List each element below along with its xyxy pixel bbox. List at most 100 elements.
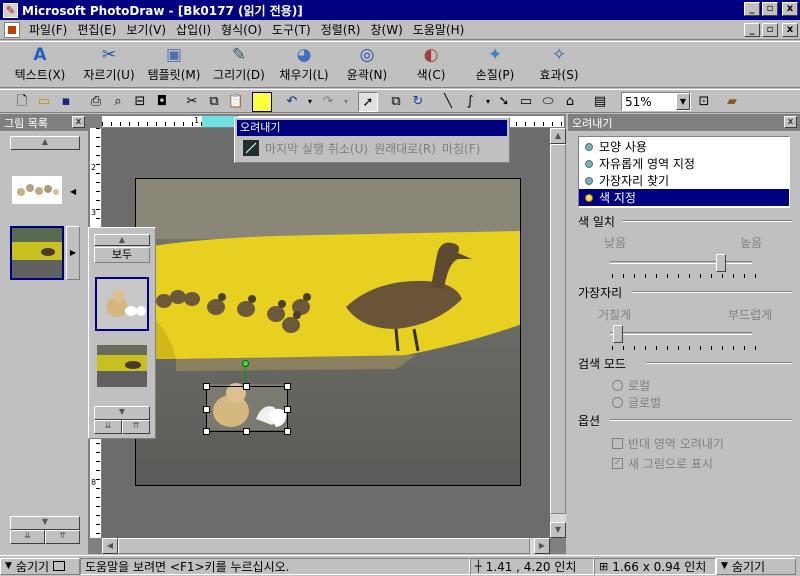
- close-button[interactable]: x: [782, 2, 798, 16]
- resize-handle-s[interactable]: [243, 428, 250, 435]
- hide-left-button[interactable]: ▼ 숨기기: [0, 557, 80, 575]
- hscroll-thumb[interactable]: [118, 538, 530, 554]
- flyout-scroll-bottom[interactable]: ⇊: [94, 420, 122, 434]
- resize-handle-w[interactable]: [203, 406, 210, 413]
- resize-handle-sw[interactable]: [203, 428, 210, 435]
- touchup-button[interactable]: ✦ 손질(P): [468, 44, 522, 86]
- close-icon[interactable]: x: [784, 116, 797, 128]
- vertical-scrollbar[interactable]: ▲ ▼: [550, 128, 566, 538]
- shape-icon[interactable]: ⌂: [560, 92, 580, 112]
- flyout-scroll-top[interactable]: ⇈: [122, 420, 150, 434]
- arrow-icon[interactable]: ➘: [494, 92, 514, 112]
- close-icon[interactable]: x: [72, 116, 85, 128]
- paste-special-icon[interactable]: [252, 92, 272, 112]
- scan-icon[interactable]: ⊟: [130, 92, 150, 112]
- scroll-up-button[interactable]: ▲: [10, 136, 80, 150]
- fit-zoom-icon[interactable]: ⊡: [694, 92, 714, 112]
- undo-last-button[interactable]: 마지막 실행 취소(U): [265, 140, 368, 157]
- chevron-down-icon[interactable]: ▼: [676, 93, 690, 110]
- redo-icon[interactable]: ↷: [318, 92, 338, 112]
- menu-arrange[interactable]: 정렬(R): [316, 21, 366, 39]
- rectangle-icon[interactable]: ▭: [516, 92, 536, 112]
- ellipse-icon[interactable]: ⬭: [538, 92, 558, 112]
- scroll-thumb[interactable]: [550, 144, 566, 514]
- pointer-icon[interactable]: ➚: [358, 92, 378, 112]
- menu-view[interactable]: 보기(V): [121, 21, 171, 39]
- scroll-right-icon[interactable]: ▶: [534, 538, 550, 554]
- outline-button[interactable]: ◎ 윤곽(N): [340, 44, 394, 86]
- print-preview-icon[interactable]: ⌕: [108, 92, 128, 112]
- option-by-color[interactable]: 색 지정: [579, 189, 789, 206]
- save-icon[interactable]: ▪: [56, 92, 76, 112]
- menu-insert[interactable]: 삽입(I): [171, 21, 216, 39]
- color-button[interactable]: ◐ 색(C): [404, 44, 458, 86]
- menu-format[interactable]: 형식(O): [216, 21, 267, 39]
- doc-restore-button[interactable]: ▫: [762, 23, 778, 37]
- menu-window[interactable]: 창(W): [366, 21, 408, 39]
- paste-icon[interactable]: 📋: [226, 92, 246, 112]
- camera-icon[interactable]: ◘: [152, 92, 172, 112]
- resize-handle-ne[interactable]: [284, 383, 291, 390]
- resize-handle-e[interactable]: [284, 406, 291, 413]
- selection-box[interactable]: [206, 386, 288, 432]
- scroll-up-icon[interactable]: ▲: [550, 128, 566, 144]
- rotate-icon[interactable]: ↻: [408, 92, 428, 112]
- finish-button[interactable]: 마침(F): [442, 140, 480, 157]
- all-button[interactable]: 보두: [94, 247, 150, 263]
- hide-right-button[interactable]: ▼ 숨기기: [716, 557, 796, 575]
- menu-file[interactable]: 파일(F): [24, 21, 72, 39]
- zoom-select[interactable]: 51% ▼: [621, 92, 691, 111]
- doc-minimize-button[interactable]: _: [744, 23, 760, 37]
- template-button[interactable]: ▣ 템플릿(M): [142, 44, 206, 86]
- cut-tool-icon[interactable]: [243, 140, 259, 156]
- resize-handle-n[interactable]: [243, 383, 250, 390]
- option-use-shape[interactable]: 모양 사용: [579, 138, 789, 155]
- scroll-bottom-button[interactable]: ⇊: [10, 530, 45, 544]
- thumbnail-chicks[interactable]: [12, 176, 62, 204]
- flyout-scroll-down[interactable]: ▼: [94, 406, 150, 420]
- undo-dropdown-icon[interactable]: ▾: [300, 92, 320, 112]
- thumbnail-ducks[interactable]: [10, 226, 64, 280]
- photo-canvas[interactable]: [135, 178, 521, 486]
- option-find-edge[interactable]: 가장자리 찾기: [579, 172, 789, 189]
- menu-edit[interactable]: 편집(E): [72, 21, 121, 39]
- restore-button[interactable]: ▫: [762, 2, 778, 16]
- arrange-icon[interactable]: ⧉: [386, 92, 406, 112]
- search-local-radio[interactable]: 로컬: [612, 377, 650, 394]
- flyout-thumb-ducks[interactable]: [97, 345, 147, 387]
- thumbnail-arrow-icon[interactable]: ◀: [70, 187, 76, 196]
- minimize-button[interactable]: _: [744, 2, 760, 16]
- resize-handle-se[interactable]: [284, 428, 291, 435]
- line-icon[interactable]: ╲: [438, 92, 458, 112]
- scroll-down-icon[interactable]: ▼: [550, 522, 566, 538]
- fill-button[interactable]: ◕ 채우기(L): [274, 44, 334, 86]
- option-freeform[interactable]: 자유롭게 영역 지정: [579, 155, 789, 172]
- search-global-radio[interactable]: 글로벌: [612, 394, 661, 411]
- copy-icon[interactable]: ⧉: [204, 92, 224, 112]
- rotate-handle[interactable]: [242, 360, 249, 367]
- invert-cut-checkbox[interactable]: 반대 영역 오려내기: [612, 435, 724, 452]
- new-icon[interactable]: 🗋: [12, 92, 32, 112]
- draw-button[interactable]: ✎ 그리기(D): [208, 44, 270, 86]
- open-icon[interactable]: ▭: [34, 92, 54, 112]
- edge-slider[interactable]: [612, 325, 623, 343]
- text-frame-icon[interactable]: ▤: [590, 92, 610, 112]
- scroll-top-button[interactable]: ⇈: [45, 530, 80, 544]
- effects-button[interactable]: ✧ 효과(S): [532, 44, 586, 86]
- text-button[interactable]: A 텍스트(X): [10, 44, 70, 86]
- resize-handle-nw[interactable]: [203, 383, 210, 390]
- document-icon[interactable]: [4, 21, 20, 38]
- flyout-scroll-up[interactable]: ▲: [94, 234, 150, 246]
- cut-icon[interactable]: ✂: [182, 92, 202, 112]
- book-icon[interactable]: ▰: [722, 92, 742, 112]
- print-icon[interactable]: ⎙: [86, 92, 106, 112]
- new-picture-checkbox[interactable]: ✓ 새 그림으로 표시: [612, 455, 713, 472]
- curve-icon[interactable]: ∫: [460, 92, 480, 112]
- horizontal-scrollbar[interactable]: ◀ ▶: [102, 538, 550, 554]
- menu-tools[interactable]: 도구(T): [267, 21, 316, 39]
- scroll-down-button[interactable]: ▼: [10, 516, 80, 530]
- expand-arrow-icon[interactable]: ▶: [66, 226, 80, 280]
- undo-icon[interactable]: ↶: [282, 92, 302, 112]
- redo-dropdown-icon[interactable]: ▾: [336, 92, 356, 112]
- reset-button[interactable]: 원래대로(R): [374, 140, 436, 157]
